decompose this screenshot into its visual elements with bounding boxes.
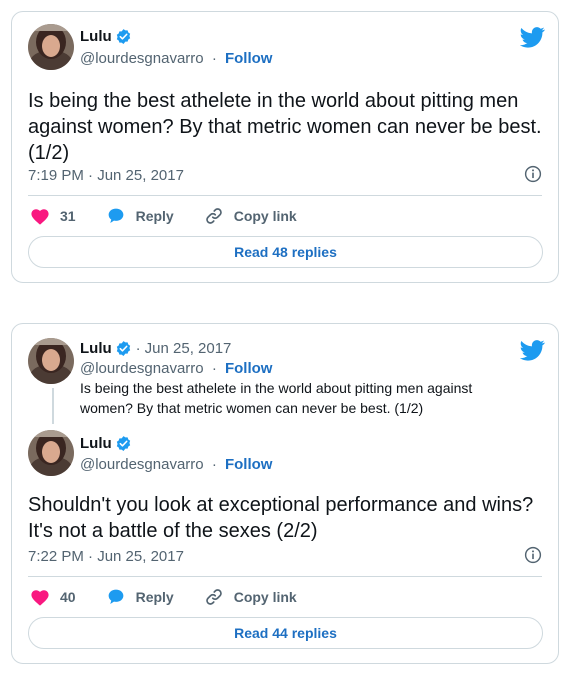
like-button[interactable]: 40: [30, 588, 76, 606]
handle-row: @lourdesgnavarro · Follow: [80, 456, 272, 473]
like-count: 31: [60, 208, 76, 224]
parent-tweet-text: Is being the best athelete in the world …: [80, 380, 473, 416]
action-bar: 40 Reply Copy link: [30, 586, 327, 608]
twitter-bird-icon[interactable]: [520, 27, 545, 48]
info-icon[interactable]: [524, 546, 542, 564]
handle-row: @lourdesgnavarro · Follow: [80, 50, 272, 67]
tweet-text: Is being the best athelete in the world …: [28, 90, 542, 164]
like-button[interactable]: 31: [30, 207, 76, 225]
tweet-card-1: Lulu @lourdesgnavarro · Follow Is being …: [11, 11, 559, 283]
heart-icon: [30, 207, 50, 225]
copy-link-label: Copy link: [233, 208, 297, 224]
author-name[interactable]: Lulu: [80, 435, 112, 452]
twitter-bird-icon[interactable]: [520, 340, 545, 361]
reply-bubble-icon: [106, 588, 126, 606]
link-icon: [204, 587, 224, 607]
read-replies-label: Read 48 replies: [234, 244, 337, 260]
info-icon[interactable]: [524, 165, 542, 183]
copy-link-button[interactable]: Copy link: [204, 206, 297, 226]
follow-button[interactable]: Follow: [225, 456, 273, 473]
separator-dot: ·: [135, 340, 141, 357]
author-name[interactable]: Lulu: [80, 28, 112, 45]
tweet-text: Shouldn't you look at exceptional perfor…: [28, 494, 534, 542]
heart-icon: [30, 588, 50, 606]
read-replies-button[interactable]: Read 44 replies: [28, 617, 543, 649]
follow-button[interactable]: Follow: [225, 50, 273, 67]
author-handle[interactable]: @lourdesgnavarro: [80, 50, 204, 67]
parent-author-row: Lulu · Jun 25, 2017: [80, 340, 231, 357]
tweet-timestamp[interactable]: 7:22 PM · Jun 25, 2017: [28, 548, 184, 565]
separator-dot: ·: [211, 50, 217, 67]
verified-badge-icon: [115, 340, 132, 357]
verified-badge-icon: [115, 435, 132, 452]
reply-button[interactable]: Reply: [106, 588, 174, 606]
action-bar: 31 Reply Copy link: [30, 205, 327, 227]
author-row: Lulu: [80, 28, 132, 45]
handle-row: @lourdesgnavarro · Follow: [80, 360, 272, 377]
parent-date[interactable]: Jun 25, 2017: [145, 340, 232, 357]
read-replies-label: Read 44 replies: [234, 625, 337, 641]
follow-button[interactable]: Follow: [225, 360, 273, 377]
reply-label: Reply: [135, 589, 174, 605]
author-name[interactable]: Lulu: [80, 340, 112, 357]
copy-link-button[interactable]: Copy link: [204, 587, 297, 607]
tweet-timestamp[interactable]: 7:19 PM · Jun 25, 2017: [28, 167, 184, 184]
tweet-card-2: Lulu · Jun 25, 2017 @lourdesgnavarro · F…: [11, 323, 559, 664]
author-handle[interactable]: @lourdesgnavarro: [80, 456, 204, 473]
author-row: Lulu: [80, 435, 132, 452]
thread-line: [52, 388, 54, 424]
separator-dot: ·: [211, 456, 217, 473]
avatar[interactable]: [28, 338, 74, 384]
author-handle[interactable]: @lourdesgnavarro: [80, 360, 204, 377]
like-count: 40: [60, 589, 76, 605]
reply-bubble-icon: [106, 207, 126, 225]
divider: [28, 576, 542, 577]
copy-link-label: Copy link: [233, 589, 297, 605]
read-replies-button[interactable]: Read 48 replies: [28, 236, 543, 268]
link-icon: [204, 206, 224, 226]
separator-dot: ·: [211, 360, 217, 377]
reply-button[interactable]: Reply: [106, 207, 174, 225]
avatar[interactable]: [28, 24, 74, 70]
verified-badge-icon: [115, 28, 132, 45]
avatar[interactable]: [28, 430, 74, 476]
reply-label: Reply: [135, 208, 174, 224]
divider: [28, 195, 542, 196]
